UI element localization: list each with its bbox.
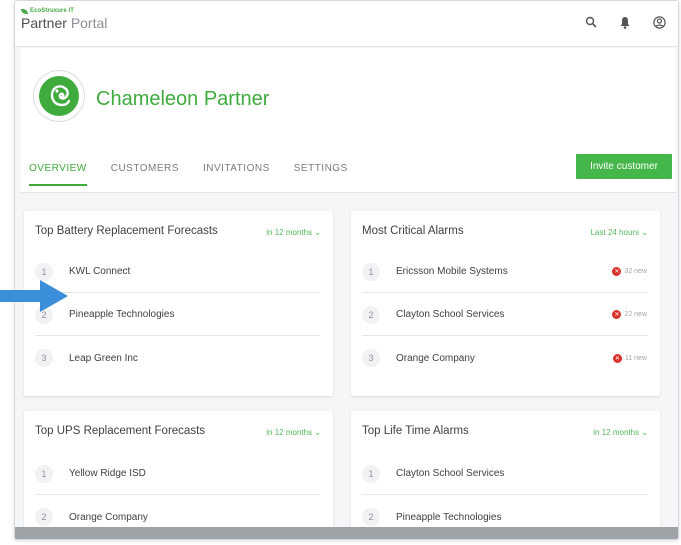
lifetime-alarms-card: Top Life Time Alarms in 12 months ⌄ 1 Cl… (351, 411, 660, 539)
brand-tagline: EcoStruxure IT (21, 8, 107, 14)
card-title: Most Critical Alarms (362, 225, 464, 237)
alarm-count-badge: ✕ 11 new (612, 353, 647, 363)
list-item[interactable]: 1 Yellow Ridge ISD (35, 453, 320, 495)
tab-bar: OVERVIEW CUSTOMERS INVITATIONS SETTINGS (29, 163, 348, 186)
list-item[interactable]: 1 KWL Connect (35, 251, 320, 293)
customer-name: KWL Connect (69, 266, 131, 277)
partner-name: Chameleon Partner (96, 88, 270, 110)
tab-invitations[interactable]: INVITATIONS (203, 163, 270, 186)
alarm-icon: ✕ (612, 353, 622, 363)
ups-forecast-card: Top UPS Replacement Forecasts in 12 mont… (24, 411, 333, 539)
rank-badge: 2 (362, 305, 380, 324)
alarm-count: 11 new (624, 354, 647, 362)
card-title: Top UPS Replacement Forecasts (35, 425, 206, 437)
chameleon-icon (39, 76, 79, 116)
window-bottom-bar (15, 527, 678, 539)
alarm-count: 22 new (624, 311, 647, 318)
brand-small-text: EcoStruxure IT (30, 8, 75, 14)
partner-header-card: Chameleon Partner OVERVIEW CUSTOMERS INV… (21, 48, 676, 193)
brand-title-secondary: Portal (70, 15, 108, 31)
search-icon[interactable] (584, 15, 598, 29)
rank-badge: 3 (35, 349, 53, 367)
alarm-icon: ✕ (612, 267, 622, 276)
list-item[interactable]: 2 Clayton School Services ✕ 22 new (362, 294, 647, 336)
user-icon[interactable] (652, 15, 666, 29)
rank-badge: 1 (35, 262, 53, 281)
critical-alarms-card: Most Critical Alarms Last 24 hours ⌄ 1 E… (351, 211, 660, 396)
alarm-icon: ✕ (612, 310, 622, 319)
customer-name: Ericsson Mobile Systems (396, 266, 508, 277)
pointer-arrow-icon (0, 280, 68, 312)
rank-badge: 2 (35, 508, 53, 526)
brand-title: Partner Portal (21, 15, 107, 31)
alarm-count-badge: ✕ 32 new (612, 267, 647, 276)
customer-name: Leap Green Inc (69, 352, 138, 364)
header-icons (584, 15, 666, 29)
list-item[interactable]: 1 Clayton School Services (362, 453, 647, 495)
customer-name: Clayton School Services (396, 309, 505, 320)
tab-overview[interactable]: OVERVIEW (29, 163, 87, 186)
customer-name: Clayton School Services (396, 468, 505, 479)
period-filter-dropdown[interactable]: in 12 months ⌄ (266, 228, 321, 237)
battery-forecast-card: Top Battery Replacement Forecasts in 12 … (24, 211, 333, 396)
customer-name: Orange Company (396, 352, 475, 364)
rank-badge: 2 (362, 508, 380, 526)
card-title: Top Battery Replacement Forecasts (35, 225, 218, 237)
brand-logo[interactable]: EcoStruxure IT Partner Portal (21, 8, 107, 31)
period-filter-dropdown[interactable]: Last 24 hours ⌄ (591, 228, 648, 237)
customer-name: Yellow Ridge ISD (69, 468, 146, 479)
leaf-icon (21, 8, 28, 14)
tab-settings[interactable]: SETTINGS (294, 163, 348, 186)
list-item[interactable]: 3 Leap Green Inc (35, 337, 320, 379)
bell-icon[interactable] (618, 15, 632, 29)
tab-customers[interactable]: CUSTOMERS (111, 163, 179, 186)
rank-badge: 1 (362, 464, 380, 483)
card-title: Top Life Time Alarms (362, 425, 469, 437)
rank-badge: 1 (35, 464, 53, 483)
rank-badge: 3 (362, 349, 380, 367)
list-item[interactable]: 1 Ericsson Mobile Systems ✕ 32 new (362, 251, 647, 293)
brand-title-primary: Partner (21, 15, 67, 31)
period-filter-dropdown[interactable]: in 12 months ⌄ (593, 428, 648, 437)
list-item[interactable]: 2 Pineapple Technologies (35, 294, 320, 336)
customer-name: Orange Company (69, 511, 148, 523)
invite-customer-button[interactable]: Invite customer (576, 154, 672, 179)
customer-name: Pineapple Technologies (396, 511, 502, 523)
period-filter-dropdown[interactable]: in 12 months ⌄ (266, 428, 321, 437)
alarm-count: 32 new (624, 268, 647, 275)
partner-avatar (33, 70, 85, 122)
list-item[interactable]: 3 Orange Company ✕ 11 new (362, 337, 647, 379)
app-window: EcoStruxure IT Partner Portal Chameleon … (14, 0, 679, 540)
alarm-count-badge: ✕ 22 new (612, 310, 647, 319)
customer-name: Pineapple Technologies (69, 309, 175, 320)
top-bar: EcoStruxure IT Partner Portal (15, 1, 678, 47)
rank-badge: 1 (362, 262, 380, 281)
